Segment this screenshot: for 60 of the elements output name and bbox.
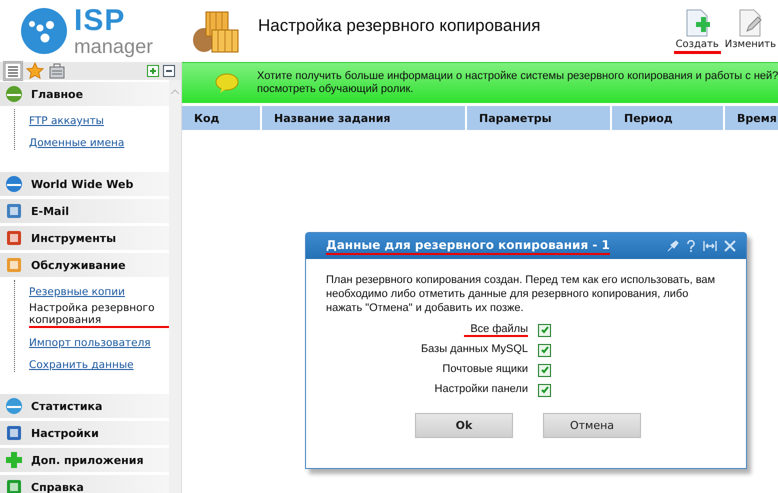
help-icon[interactable] — [686, 240, 696, 252]
section-icon — [5, 229, 23, 247]
checkbox[interactable] — [538, 364, 551, 376]
sidebar-link[interactable]: Сохранить данные — [29, 359, 134, 371]
sidebar-section[interactable]: E-Mail — [0, 199, 169, 223]
resize-icon[interactable] — [703, 240, 717, 252]
expand-all-icon[interactable] — [147, 65, 159, 77]
column-header[interactable]: Название задания — [262, 106, 467, 130]
option-label: Почтовые ящики — [441, 363, 528, 377]
section-icon — [5, 202, 23, 220]
column-header[interactable]: Код — [182, 106, 262, 130]
sidebar-section[interactable]: Инструменты — [0, 226, 169, 250]
close-icon[interactable] — [724, 240, 736, 252]
sidebar-section[interactable]: World Wide Web — [0, 172, 169, 196]
scrollbar[interactable] — [169, 80, 181, 493]
sidebar-link[interactable]: Доменные имена — [29, 137, 124, 149]
dialog-button[interactable]: Отмена — [543, 413, 641, 438]
checkbox[interactable] — [538, 384, 551, 396]
option-label: Настройки панели — [434, 383, 528, 397]
list-icon[interactable] — [4, 62, 22, 80]
option-label: Базы данных MySQL — [420, 343, 528, 357]
section-icon — [5, 256, 23, 274]
logo-brand: ISP — [74, 4, 126, 38]
section-icon — [5, 85, 23, 103]
checkbox[interactable] — [538, 344, 551, 356]
toolbar-button[interactable]: Создать — [674, 9, 721, 54]
banner-text: Хотите получить больше информации о настройке системы резервного копирования и работы с ней? посмотреть обучающий ролик. — [257, 70, 778, 96]
briefcase-icon[interactable] — [48, 62, 66, 80]
star-icon[interactable] — [26, 62, 44, 80]
sidebar-link[interactable]: Импорт пользователя — [29, 337, 151, 349]
collapse-all-icon[interactable] — [163, 65, 175, 77]
speech-bubble-icon — [215, 73, 239, 93]
section-icon — [5, 175, 23, 193]
column-header[interactable]: Параметры — [467, 106, 612, 130]
toolbar-button[interactable]: Изменить — [722, 9, 778, 54]
section-icon — [5, 478, 23, 493]
document-pencil-icon — [737, 9, 764, 37]
section-icon — [5, 451, 23, 469]
sidebar-link[interactable]: FTP аккаунты — [29, 115, 104, 127]
dialog-title: Данные для резервного копирования - 1 — [326, 238, 610, 254]
column-header[interactable]: Время — [725, 106, 778, 130]
sidebar-section[interactable]: Обслуживание — [0, 253, 169, 277]
sidebar-section[interactable]: Справка — [0, 475, 169, 493]
dialog-button[interactable]: Ok — [415, 413, 513, 438]
logo-product: manager — [74, 36, 153, 58]
logo-icon — [20, 7, 68, 55]
sidebar-section[interactable]: Доп. приложения — [0, 448, 169, 472]
pin-icon[interactable] — [667, 240, 679, 252]
section-icon — [5, 424, 23, 442]
section-icon — [5, 397, 23, 415]
page-title: Настройка резервного копирования — [258, 16, 542, 36]
dialog-message: План резервного копирования создан. Перед тем как его использовать, вам необходимо либо отметить данные для резервного копирования, либо нажать "Отмена" и добавить их позже. — [326, 273, 716, 315]
option-label: Все файлы — [464, 323, 528, 337]
sidebar-section[interactable]: Статистика — [0, 394, 169, 418]
sidebar-section[interactable]: Главное — [0, 82, 169, 106]
sidebar-link[interactable]: Резервные копии — [29, 286, 125, 298]
column-header[interactable]: Период — [612, 106, 725, 130]
checkbox[interactable] — [538, 324, 551, 336]
sidebar-section[interactable]: Настройки — [0, 421, 169, 445]
document-plus-icon — [684, 9, 710, 37]
